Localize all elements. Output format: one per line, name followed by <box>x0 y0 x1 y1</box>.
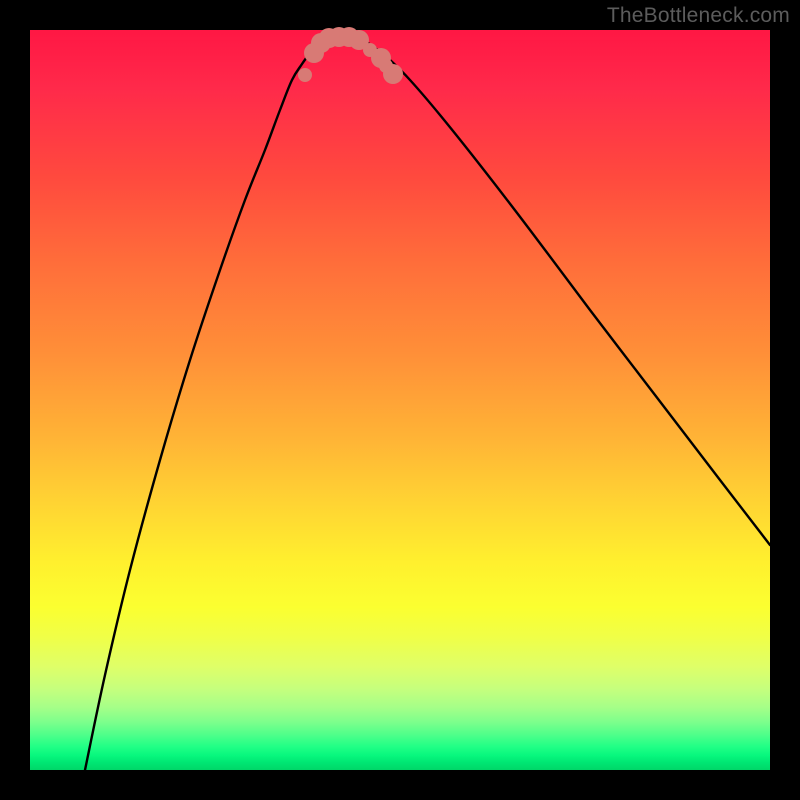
data-marker <box>298 68 312 82</box>
data-marker <box>383 64 403 84</box>
plot-area <box>30 30 770 770</box>
curve-layer <box>30 30 770 770</box>
marker-group <box>298 27 403 84</box>
curve-left-branch <box>85 37 326 770</box>
chart-frame: TheBottleneck.com <box>0 0 800 800</box>
curve-right-branch <box>358 37 770 545</box>
watermark-text: TheBottleneck.com <box>607 4 790 28</box>
